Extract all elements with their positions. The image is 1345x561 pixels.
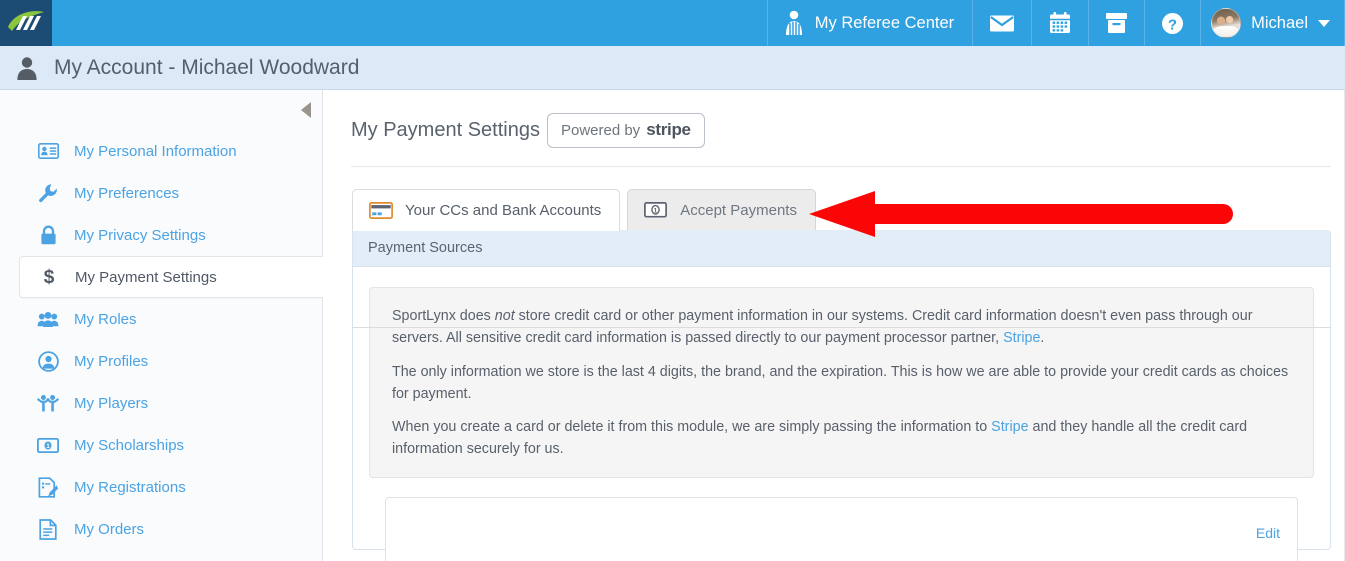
chevron-down-icon xyxy=(1318,19,1330,27)
sportlynx-logo-icon xyxy=(8,11,44,31)
sidebar-item-label: My Payment Settings xyxy=(75,268,217,286)
header-divider xyxy=(351,166,1331,167)
payment-settings-header: My Payment Settings Powered by stripe xyxy=(323,90,1345,148)
sidebar-item-label: My Personal Information xyxy=(74,142,237,160)
document-icon xyxy=(37,518,59,540)
sidebar-item-my-preferences[interactable]: My Preferences xyxy=(0,172,322,214)
sidebar: My Personal Information My Preferences M… xyxy=(0,90,323,561)
sidebar-item-label: My Profiles xyxy=(74,352,149,370)
svg-text:?: ? xyxy=(1168,16,1177,33)
sidebar-item-my-players[interactable]: My Players xyxy=(0,382,322,424)
help-question-icon: ? xyxy=(1162,12,1184,34)
referee-icon xyxy=(785,10,802,35)
stripe-link[interactable]: Stripe xyxy=(991,419,1028,435)
calendar-button[interactable] xyxy=(1031,0,1088,46)
my-referee-center-label: My Referee Center xyxy=(814,13,955,32)
sidebar-item-label: My Orders xyxy=(74,520,145,538)
info-paragraph-2: The only information we store is the las… xyxy=(392,363,1289,402)
sidebar-item-my-payment-settings[interactable]: $ My Payment Settings xyxy=(19,256,323,298)
lock-icon xyxy=(37,225,59,245)
stripe-link[interactable]: Stripe xyxy=(1003,330,1040,346)
payment-tabs: Your CCs and Bank Accounts 1 Accept Paym… xyxy=(352,189,1345,231)
help-button[interactable]: ? xyxy=(1144,0,1200,46)
powered-by-stripe-badge[interactable]: Powered by stripe xyxy=(546,113,705,148)
form-pencil-icon xyxy=(37,476,59,498)
archive-box-icon xyxy=(1106,13,1128,33)
sidebar-item-my-orders[interactable]: My Orders xyxy=(0,508,322,550)
payment-sources-panel: Payment Sources SportLynx does not store… xyxy=(352,230,1331,561)
id-card-icon xyxy=(37,143,59,159)
top-navigation-bar: My Referee Center ? Michael xyxy=(0,0,1345,46)
stripe-badge-prefix: Powered by xyxy=(560,122,641,139)
sidebar-item-label: My Scholarships xyxy=(74,436,185,454)
payment-sources-body: SportLynx does not store credit card or … xyxy=(353,267,1330,561)
sidebar-item-label: My Privacy Settings xyxy=(74,226,206,244)
dollar-sign-icon: $ xyxy=(43,266,55,288)
stripe-badge-brand: stripe xyxy=(646,120,691,139)
tabs-underline xyxy=(352,327,1331,328)
main-content: My Payment Settings Powered by stripe Yo… xyxy=(323,90,1345,561)
wrench-icon xyxy=(37,183,59,203)
sidebar-menu: My Personal Information My Preferences M… xyxy=(0,130,323,550)
sidebar-item-label: My Registrations xyxy=(74,478,186,496)
sidebar-item-my-scholarships[interactable]: 1 My Scholarships xyxy=(0,424,322,466)
messages-button[interactable] xyxy=(972,0,1031,46)
tab-label: Accept Payments xyxy=(680,201,797,219)
sportlynx-logo[interactable] xyxy=(0,0,52,46)
calendar-icon xyxy=(1050,12,1071,33)
tab-label: Your CCs and Bank Accounts xyxy=(405,202,602,219)
sidebar-item-label: My Players xyxy=(74,394,149,412)
user-menu-button[interactable]: Michael xyxy=(1200,0,1345,46)
user-menu-label: Michael xyxy=(1251,13,1308,32)
avatar xyxy=(1211,8,1242,38)
banknote-icon: 1 xyxy=(644,202,668,218)
banknote-icon: 1 xyxy=(37,437,59,453)
credit-card-icon xyxy=(369,202,393,219)
edit-link[interactable]: Edit xyxy=(1256,525,1280,541)
archive-button[interactable] xyxy=(1088,0,1144,46)
info-paragraph-3: When you create a card or delete it from… xyxy=(392,419,1248,458)
sidebar-item-label: My Roles xyxy=(74,310,137,328)
account-header: My Account - Michael Woodward xyxy=(0,46,1345,90)
sidebar-item-my-registrations[interactable]: My Registrations xyxy=(0,466,322,508)
emphasis-text: not xyxy=(494,308,515,324)
collapse-left-icon[interactable] xyxy=(301,102,311,118)
my-referee-center-link[interactable]: My Referee Center xyxy=(766,0,972,46)
envelope-icon xyxy=(990,15,1015,31)
sidebar-item-my-roles[interactable]: My Roles xyxy=(0,298,322,340)
tab-your-ccs-and-bank-accounts[interactable]: Your CCs and Bank Accounts xyxy=(352,189,621,231)
svg-text:1: 1 xyxy=(46,443,50,450)
topnav-spacer xyxy=(52,0,767,46)
payment-info-box: SportLynx does not store credit card or … xyxy=(369,287,1314,478)
user-circle-icon xyxy=(37,350,59,372)
person-icon xyxy=(17,56,37,80)
tab-accept-payments[interactable]: 1 Accept Payments xyxy=(627,189,816,230)
users-group-icon xyxy=(37,311,59,328)
sidebar-item-my-privacy-settings[interactable]: My Privacy Settings xyxy=(0,214,322,256)
payment-card-row: Edit xyxy=(385,496,1298,561)
topnav-right-group: My Referee Center ? Michael xyxy=(766,0,1345,46)
sidebar-item-my-profiles[interactable]: My Profiles xyxy=(0,340,322,382)
two-people-icon xyxy=(37,393,59,413)
sidebar-item-my-personal-information[interactable]: My Personal Information xyxy=(0,130,322,172)
sidebar-item-label: My Preferences xyxy=(74,184,180,202)
payment-settings-title: My Payment Settings xyxy=(351,119,540,141)
svg-text:1: 1 xyxy=(654,207,658,214)
page-title: My Account - Michael Woodward xyxy=(54,55,360,79)
payment-sources-header: Payment Sources xyxy=(353,230,1330,267)
